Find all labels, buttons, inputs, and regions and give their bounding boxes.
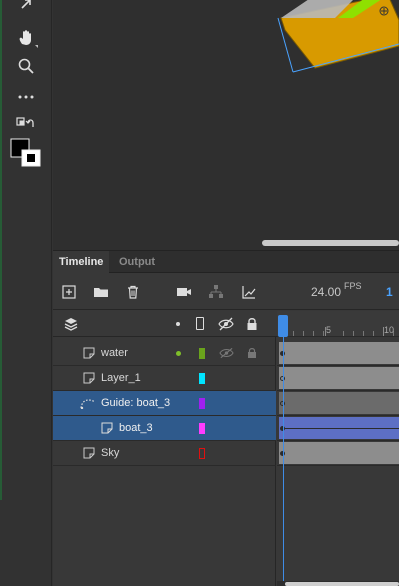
stroke-fill-icon[interactable]: [10, 138, 42, 168]
subselect-icon[interactable]: [12, 0, 40, 16]
swap-colors-icon[interactable]: [12, 112, 40, 136]
tween-line: [285, 428, 399, 429]
layer-row-sky[interactable]: Sky: [53, 441, 276, 466]
layer-row-water[interactable]: water: [53, 341, 276, 366]
boat-symbol[interactable]: [53, 0, 399, 236]
panel-tabs: Timeline Output: [53, 251, 399, 273]
graph-editor-icon[interactable]: [239, 282, 259, 302]
playhead-line[interactable]: [283, 337, 284, 586]
tool-group-caret: [35, 45, 38, 48]
frame-span[interactable]: [279, 442, 399, 464]
ruler-tick: [373, 331, 374, 336]
stage-horizontal-scrollbar[interactable]: [262, 240, 399, 246]
ruler-label-5: 5: [326, 325, 332, 335]
ruler-tick: [363, 331, 364, 336]
hide-all-icon[interactable]: [216, 314, 236, 334]
outline-color-swatch[interactable]: [199, 373, 205, 384]
tools-panel: [0, 0, 52, 586]
ruler-tick: [313, 331, 314, 336]
layer-name: boat_3: [119, 422, 153, 434]
frame-row-layer-1[interactable]: [277, 366, 399, 391]
animate-workspace: Timeline Output 24.00 FPS 1 water Layer_…: [0, 0, 399, 586]
outline-all-icon[interactable]: [196, 317, 204, 330]
frame-span[interactable]: [279, 367, 399, 389]
motion-guide-icon: [80, 399, 96, 409]
layer-list: water Layer_1 Guide: boat_3 boat_3 Sky: [53, 337, 276, 586]
lock-layer-icon[interactable]: [246, 347, 258, 359]
new-layer-icon[interactable]: [59, 282, 79, 302]
stage-canvas[interactable]: [53, 0, 399, 236]
timeline-panel: Timeline Output 24.00 FPS 1 water Layer_…: [53, 250, 399, 586]
tab-timeline[interactable]: Timeline: [53, 251, 110, 273]
layers-stack-icon[interactable]: [61, 314, 81, 334]
ruler-tick: [303, 331, 304, 336]
delete-layer-icon[interactable]: [123, 282, 143, 302]
frame-ruler[interactable]: 5 10: [277, 311, 399, 337]
layer-page-icon: [83, 347, 95, 359]
hide-layer-icon[interactable]: [219, 347, 234, 359]
ruler-tick: [353, 331, 354, 336]
outline-color-swatch[interactable]: [199, 448, 205, 459]
layer-name: Guide: boat_3: [101, 397, 171, 409]
parenting-icon[interactable]: [206, 282, 226, 302]
frame-row-boat-3[interactable]: [277, 416, 399, 441]
tab-output[interactable]: Output: [113, 251, 161, 273]
highlight-all-icon[interactable]: [176, 322, 180, 326]
highlight-dot[interactable]: [176, 351, 181, 356]
layer-name: Layer_1: [101, 372, 141, 384]
fps-unit-label: FPS: [344, 281, 362, 291]
layer-name: water: [101, 347, 128, 359]
hand-icon[interactable]: [12, 26, 40, 50]
frame-horizontal-scrollbar[interactable]: [285, 582, 399, 586]
layer-row-boat-3[interactable]: boat_3: [53, 416, 276, 441]
ruler-tick: [343, 331, 344, 336]
layer-page-icon: [83, 372, 95, 384]
layer-row-layer-1[interactable]: Layer_1: [53, 366, 276, 391]
frame-row-guide-boat-3[interactable]: [277, 391, 399, 416]
outline-color-swatch[interactable]: [199, 398, 205, 409]
zoom-icon[interactable]: [12, 54, 40, 78]
frame-row-sky[interactable]: [277, 441, 399, 466]
layer-row-guide-boat-3[interactable]: Guide: boat_3: [53, 391, 276, 416]
timeline-toolbar: 24.00 FPS 1: [53, 274, 399, 310]
ruler-tick: [293, 331, 294, 336]
outline-color-swatch[interactable]: [199, 348, 205, 359]
layer-page-icon: [101, 422, 113, 434]
frame-span[interactable]: [279, 392, 399, 414]
ruler-tick: [323, 331, 324, 336]
frame-row-water[interactable]: [277, 341, 399, 366]
playhead-handle[interactable]: [278, 315, 288, 337]
panel-edge: [0, 0, 2, 500]
frame-span[interactable]: [279, 342, 399, 364]
ruler-label-10: 10: [384, 325, 395, 335]
more-tools-icon[interactable]: [12, 85, 40, 109]
current-frame[interactable]: 1: [386, 285, 393, 299]
camera-icon[interactable]: [174, 282, 194, 302]
lock-all-icon[interactable]: [242, 314, 262, 334]
outline-color-swatch[interactable]: [199, 423, 205, 434]
layer-page-icon: [83, 447, 95, 459]
fps-value[interactable]: 24.00: [311, 285, 341, 299]
frame-grid[interactable]: 5 10: [277, 311, 399, 586]
new-folder-icon[interactable]: [91, 282, 111, 302]
layer-name: Sky: [101, 447, 120, 459]
